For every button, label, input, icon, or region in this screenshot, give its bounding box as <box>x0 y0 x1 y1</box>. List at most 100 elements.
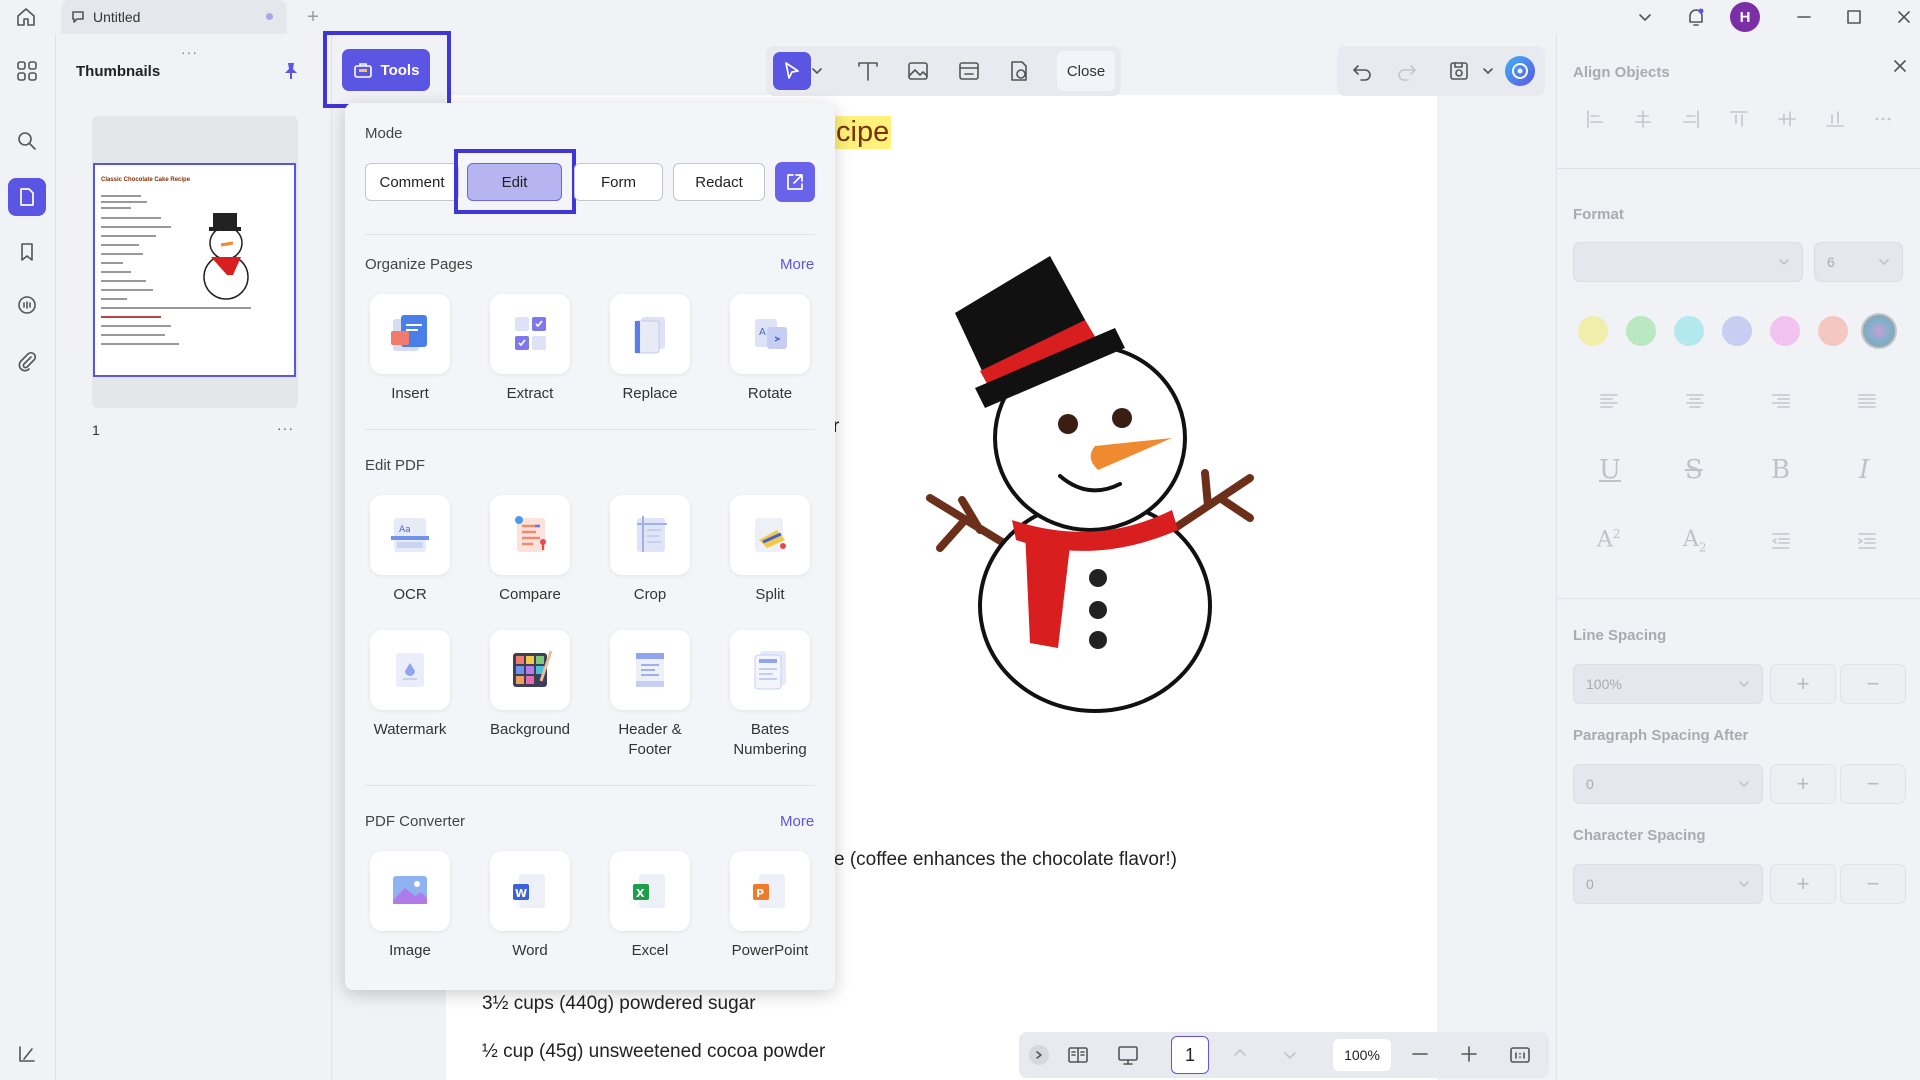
tools-button[interactable]: Tools <box>342 49 430 91</box>
redo-icon[interactable] <box>1388 52 1426 90</box>
character-spacing-select[interactable]: 0 <box>1573 864 1763 904</box>
strikethrough-icon[interactable]: S <box>1685 455 1703 485</box>
previous-page-icon[interactable] <box>1230 1043 1250 1063</box>
decrease-indent-icon[interactable] <box>1770 530 1792 552</box>
document-tab[interactable]: Untitled <box>61 0 287 34</box>
line-spacing-increase-button[interactable]: + <box>1770 664 1836 704</box>
maximize-icon[interactable] <box>1838 4 1870 30</box>
zoom-in-icon[interactable] <box>1458 1043 1480 1065</box>
align-middle-vertical-icon[interactable] <box>1776 108 1798 130</box>
undo-icon[interactable] <box>1343 52 1381 90</box>
paragraph-spacing-select[interactable]: 0 <box>1573 764 1763 804</box>
document-text-coffee[interactable]: e (coffee enhances the chocolate flavor!… <box>834 849 1177 871</box>
page-thumbnail[interactable]: Classic Chocolate Cake Recipe <box>93 163 296 377</box>
color-swatch-pink[interactable] <box>1770 316 1800 346</box>
align-center-horizontal-icon[interactable] <box>1632 108 1654 130</box>
zoom-out-icon[interactable] <box>1409 1043 1431 1065</box>
document-text-cocoa[interactable]: ½ cup (45g) unsweetened cocoa powder <box>482 1041 825 1063</box>
apps-grid-icon[interactable] <box>8 52 46 90</box>
bates-numbering-tool-tile[interactable] <box>730 630 810 710</box>
text-align-center-icon[interactable] <box>1684 390 1706 412</box>
paragraph-spacing-increase-button[interactable]: + <box>1770 764 1836 804</box>
to-excel-tool-tile[interactable]: X <box>610 851 690 931</box>
document-text-sugar[interactable]: 3½ cups (440g) powdered sugar <box>482 993 756 1015</box>
more-align-icon[interactable] <box>1872 108 1894 130</box>
comments-icon[interactable] <box>8 287 46 325</box>
document-title-fragment[interactable]: cipe <box>834 116 892 149</box>
save-dropdown-chevron-icon[interactable] <box>1481 64 1495 78</box>
converter-more-link[interactable]: More <box>780 813 814 830</box>
add-text-icon[interactable] <box>849 52 887 90</box>
underline-icon[interactable]: U <box>1599 455 1621 485</box>
organize-more-link[interactable]: More <box>780 256 814 273</box>
replace-tool-tile[interactable] <box>610 294 690 374</box>
ocr-tool-tile[interactable]: Aa <box>370 495 450 575</box>
snowman-image[interactable] <box>920 248 1270 718</box>
select-cursor-icon[interactable] <box>773 52 811 90</box>
save-icon[interactable] <box>1440 52 1478 90</box>
custom-color-picker[interactable] <box>1861 313 1897 349</box>
add-image-icon[interactable] <box>899 52 937 90</box>
align-bottom-icon[interactable] <box>1824 108 1846 130</box>
to-image-tool-tile[interactable] <box>370 851 450 931</box>
line-spacing-decrease-button[interactable]: − <box>1840 664 1906 704</box>
watermark-tool-tile[interactable] <box>370 630 450 710</box>
color-swatch-blue[interactable] <box>1722 316 1752 346</box>
select-dropdown-chevron-icon[interactable] <box>810 64 824 78</box>
actual-size-icon[interactable] <box>1508 1043 1532 1067</box>
close-edit-button[interactable]: Close <box>1057 51 1115 91</box>
character-spacing-increase-button[interactable]: + <box>1770 864 1836 904</box>
home-icon[interactable] <box>12 4 40 30</box>
collapse-bar-chevron-icon[interactable] <box>1029 1045 1049 1065</box>
to-powerpoint-tool-tile[interactable]: P <box>730 851 810 931</box>
text-align-right-icon[interactable] <box>1770 390 1792 412</box>
minimize-icon[interactable] <box>1788 4 1820 30</box>
bold-icon[interactable]: B <box>1771 455 1790 485</box>
watermark-add-icon[interactable] <box>1000 52 1038 90</box>
notification-icon[interactable] <box>1680 4 1712 30</box>
page-layout-icon[interactable] <box>1066 1043 1090 1067</box>
presentation-icon[interactable] <box>1116 1043 1140 1067</box>
mode-comment-button[interactable]: Comment <box>365 163 459 201</box>
color-swatch-yellow[interactable] <box>1578 316 1608 346</box>
mode-redact-button[interactable]: Redact <box>673 163 765 201</box>
italic-icon[interactable]: I <box>1859 455 1869 485</box>
color-swatch-red[interactable] <box>1818 316 1848 346</box>
new-tab-button[interactable]: + <box>302 6 324 28</box>
bookmark-icon[interactable] <box>8 233 46 271</box>
rotate-tool-tile[interactable]: A <box>730 294 810 374</box>
insert-tool-tile[interactable] <box>370 294 450 374</box>
avatar[interactable]: H <box>1730 2 1760 32</box>
thumbnail-more-button[interactable]: ··· <box>277 420 294 436</box>
chevron-down-icon[interactable] <box>1629 4 1661 30</box>
to-word-tool-tile[interactable]: W <box>490 851 570 931</box>
background-tool-tile[interactable] <box>490 630 570 710</box>
window-close-icon[interactable] <box>1888 4 1920 30</box>
search-icon[interactable] <box>8 122 46 160</box>
panel-toggle-icon[interactable] <box>8 1035 46 1073</box>
compare-tool-tile[interactable] <box>490 495 570 575</box>
crop-tool-tile[interactable] <box>610 495 690 575</box>
color-swatch-cyan[interactable] <box>1674 316 1704 346</box>
mode-edit-button[interactable]: Edit <box>467 163 562 201</box>
subscript-icon[interactable]: A2 <box>1683 527 1707 554</box>
font-size-select[interactable]: 6 <box>1814 242 1903 282</box>
text-align-left-icon[interactable] <box>1598 390 1620 412</box>
ai-assistant-icon[interactable] <box>1505 56 1535 86</box>
attachment-icon[interactable] <box>8 342 46 380</box>
increase-indent-icon[interactable] <box>1856 530 1878 552</box>
page-number-input[interactable]: 1 <box>1171 1036 1209 1074</box>
panel-resize-handle[interactable]: ··· <box>181 44 198 60</box>
line-spacing-select[interactable]: 100% <box>1573 664 1763 704</box>
next-page-icon[interactable] <box>1280 1045 1300 1065</box>
color-swatch-green[interactable] <box>1626 316 1656 346</box>
align-top-icon[interactable] <box>1728 108 1750 130</box>
align-left-icon[interactable] <box>1584 108 1606 130</box>
text-justify-icon[interactable] <box>1856 390 1878 412</box>
open-external-icon[interactable] <box>775 162 815 202</box>
add-link-icon[interactable] <box>950 52 988 90</box>
character-spacing-decrease-button[interactable]: − <box>1840 864 1906 904</box>
thumbnails-icon[interactable] <box>8 178 46 216</box>
pin-icon[interactable] <box>280 60 302 82</box>
superscript-icon[interactable]: A2 <box>1597 527 1621 552</box>
